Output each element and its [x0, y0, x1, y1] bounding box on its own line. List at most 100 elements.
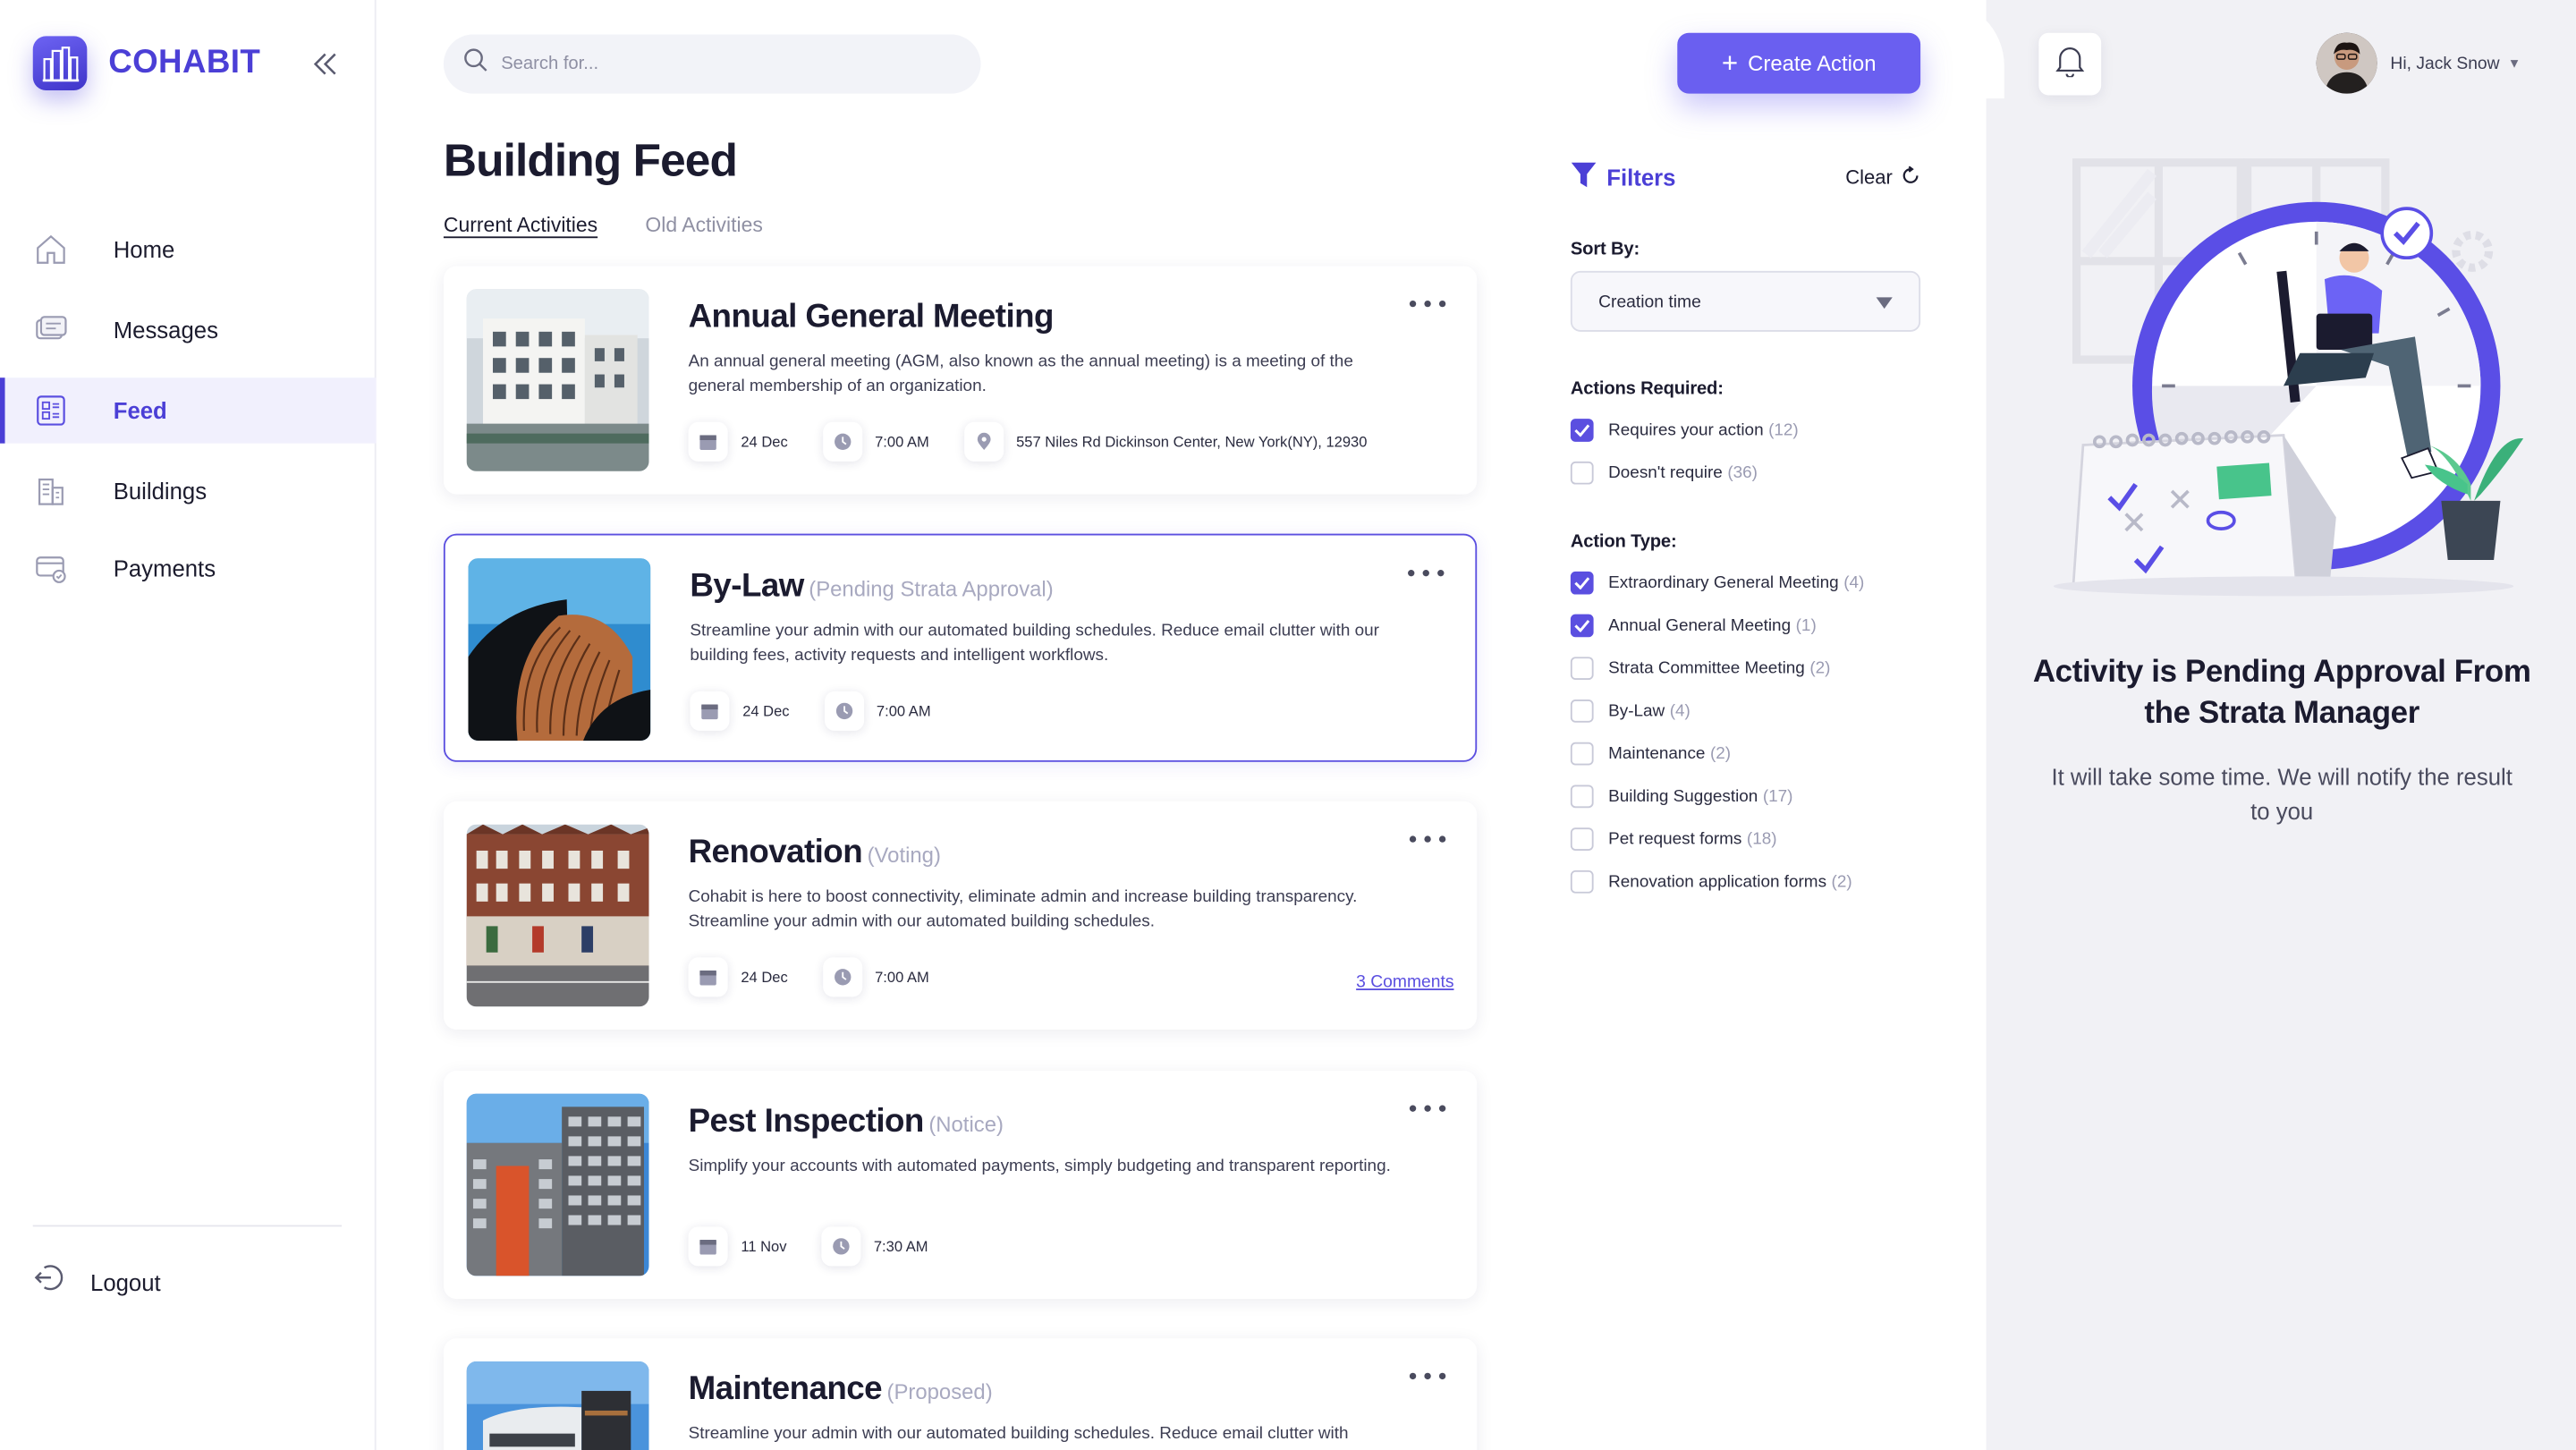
sidebar-item-messages[interactable]: Messages — [0, 297, 377, 362]
more-options-icon[interactable] — [1409, 1368, 1446, 1384]
checkbox-count: (12) — [1768, 420, 1799, 440]
user-menu[interactable]: Hi, Jack Snow ▼ — [2316, 32, 2521, 94]
more-options-icon[interactable] — [1409, 295, 1446, 311]
messages-icon — [33, 312, 69, 348]
building-thumbnail — [466, 289, 649, 471]
sidebar-item-label: Feed — [113, 397, 167, 424]
clock-icon — [822, 957, 862, 997]
checkbox-building-suggestion[interactable]: Building Suggestion (17) — [1570, 775, 1920, 818]
search-bar[interactable] — [443, 34, 981, 94]
more-options-icon[interactable] — [1409, 1100, 1446, 1116]
brand-name: COHABIT — [108, 44, 261, 81]
checkbox-maintenance[interactable]: Maintenance (2) — [1570, 733, 1920, 776]
sidebar-item-home[interactable]: Home — [0, 216, 377, 282]
checkbox-checked[interactable] — [1570, 571, 1594, 595]
brand-logo[interactable]: COHABIT — [32, 36, 261, 90]
sidebar-item-label: Buildings — [113, 478, 208, 505]
notifications-button[interactable] — [2038, 32, 2102, 96]
checkbox-label: Maintenance — [1608, 744, 1706, 763]
checkbox-unchecked[interactable] — [1570, 742, 1594, 766]
sidebar-item-feed[interactable]: Feed — [0, 377, 377, 444]
search-input[interactable] — [501, 54, 945, 74]
clock-icon — [822, 421, 862, 462]
checkbox-unchecked[interactable] — [1570, 784, 1594, 809]
page-title: Building Feed — [443, 134, 738, 186]
checkbox-annual-general-meeting[interactable]: Annual General Meeting (1) — [1570, 605, 1920, 648]
feed-card[interactable]: Renovation (Voting) Cohabit is here to bo… — [443, 801, 1478, 1030]
action-type-list: Extraordinary General Meeting (4) Annual … — [1570, 562, 1920, 903]
sidebar-nav: Home Messages Feed Buildings Payments — [0, 214, 377, 601]
chevron-down-icon: ▼ — [2507, 55, 2521, 71]
card-title-text: Maintenance — [688, 1370, 883, 1408]
feed-card[interactable]: Maintenance (Proposed) Streamline your ad… — [443, 1338, 1478, 1450]
checkbox-count: (1) — [1795, 616, 1817, 635]
checkbox-count: (4) — [1843, 573, 1865, 592]
user-greeting: Hi, Jack Snow — [2390, 53, 2500, 73]
checkbox-label: Strata Committee Meeting — [1608, 659, 1805, 678]
checkbox-unchecked[interactable] — [1570, 657, 1594, 681]
sidebar-item-payments[interactable]: Payments — [0, 535, 377, 600]
card-meta: 24 Dec 7:00 AM 557 Niles Rd Dickinson Ce… — [688, 421, 1402, 462]
more-options-icon[interactable] — [1409, 831, 1446, 847]
feed-icon — [33, 393, 69, 428]
sort-by-select[interactable]: Creation time — [1570, 270, 1921, 332]
create-action-button[interactable]: + Create Action — [1677, 32, 1921, 94]
time-text: 7:00 AM — [875, 433, 929, 451]
calendar-icon — [688, 1226, 728, 1267]
checkbox-renovation-application-forms[interactable]: Renovation application forms (2) — [1570, 861, 1920, 903]
logout-button[interactable]: Logout — [33, 1261, 161, 1302]
checkbox-extraordinary-general-meeting[interactable]: Extraordinary General Meeting (4) — [1570, 562, 1920, 605]
card-title-text: By-Law — [690, 568, 804, 605]
checkbox-checked[interactable] — [1570, 614, 1594, 638]
checkbox-count: (2) — [1831, 872, 1852, 891]
date-text: 24 Dec — [741, 433, 788, 451]
tab-old-activities[interactable]: Old Activities — [645, 214, 762, 237]
checkbox-checked[interactable] — [1570, 419, 1594, 442]
checkbox-doesnt-require[interactable]: Doesn't require (36) — [1570, 452, 1920, 495]
clear-filters-button[interactable]: Clear — [1845, 165, 1920, 190]
feed-card[interactable]: Pest Inspection (Notice) Simplify your ac… — [443, 1070, 1478, 1300]
card-meta: 24 Dec 7:00 AM — [690, 691, 965, 731]
checkbox-by-law[interactable]: By-Law (4) — [1570, 690, 1920, 733]
card-title: By-Law (Pending Strata Approval) — [690, 568, 1053, 606]
collapse-sidebar-icon[interactable] — [310, 49, 340, 79]
feed-card[interactable]: Annual General Meeting An annual general… — [443, 266, 1478, 495]
time-text: 7:30 AM — [873, 1238, 928, 1255]
building-thumbnail — [466, 1093, 649, 1276]
comments-link[interactable]: 3 Comments — [1356, 972, 1453, 992]
date-text: 24 Dec — [741, 969, 788, 986]
card-description: Simplify your accounts with automated pa… — [688, 1157, 1391, 1176]
sort-by-label: Sort By: — [1570, 240, 1640, 260]
building-thumbnail — [468, 558, 651, 741]
card-date: 11 Nov — [688, 1226, 787, 1267]
location-text: 557 Niles Rd Dickinson Center, New York(… — [1016, 433, 1368, 451]
pending-approval-subtitle: It will take some time. We will notify t… — [2051, 763, 2512, 825]
logout-label: Logout — [90, 1268, 161, 1295]
checkbox-pet-request-forms[interactable]: Pet request forms (18) — [1570, 818, 1920, 861]
checkbox-strata-committee-meeting[interactable]: Strata Committee Meeting (2) — [1570, 647, 1920, 690]
checkbox-unchecked[interactable] — [1570, 827, 1594, 851]
tab-current-activities[interactable]: Current Activities — [444, 214, 597, 237]
filters-header: Filters Clear — [1571, 161, 1920, 194]
card-time: 7:30 AM — [821, 1226, 928, 1267]
card-title-text: Pest Inspection — [688, 1103, 925, 1140]
checkbox-label: Annual General Meeting — [1608, 616, 1792, 635]
activity-tabs: Current Activities Old Activities — [444, 214, 810, 237]
sidebar-item-buildings[interactable]: Buildings — [0, 458, 377, 523]
checkbox-unchecked[interactable] — [1570, 700, 1594, 723]
more-options-icon[interactable] — [1408, 565, 1445, 581]
checkbox-requires-action[interactable]: Requires your action (12) — [1570, 409, 1920, 452]
checkbox-label: By-Law — [1608, 701, 1665, 720]
checkbox-unchecked[interactable] — [1570, 869, 1594, 894]
calendar-icon — [690, 691, 730, 731]
logout-icon — [33, 1261, 66, 1302]
payments-icon — [33, 550, 69, 586]
checkbox-label: Extraordinary General Meeting — [1608, 573, 1839, 592]
checkbox-count: (2) — [1709, 744, 1732, 763]
checkbox-unchecked[interactable] — [1570, 461, 1594, 485]
checkbox-label: Building Suggestion — [1608, 787, 1758, 806]
building-thumbnail — [466, 824, 649, 1007]
card-status: (Proposed) — [886, 1379, 993, 1404]
feed-card[interactable]: By-Law (Pending Strata Approval) Streamli… — [443, 533, 1478, 762]
avatar — [2316, 32, 2377, 94]
